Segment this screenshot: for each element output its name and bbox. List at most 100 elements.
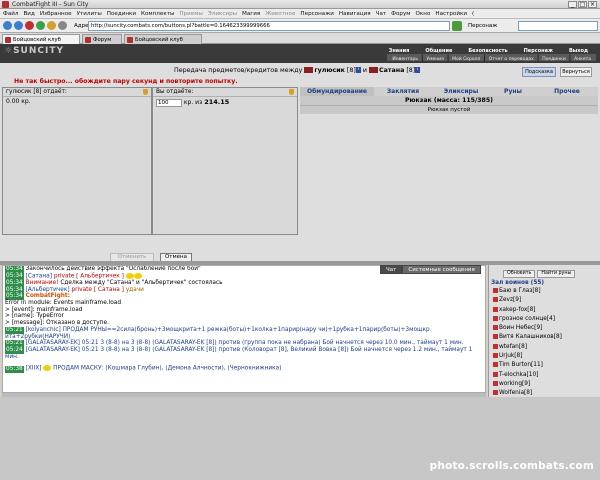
user-list-item[interactable]: Воин Небес[9] — [489, 324, 600, 333]
menu-view[interactable]: Вид — [20, 9, 36, 17]
subnav-inventory[interactable]: Инвентарь — [389, 56, 421, 63]
search-input[interactable] — [518, 21, 598, 31]
msg-text: Сделка между "Сатана" и "Альбертичек" со… — [60, 279, 223, 286]
menu-utilities[interactable]: Утилиты — [74, 9, 104, 17]
msg-private-target[interactable]: private [ Альбертичек ] — [54, 273, 124, 279]
chat-message: > [message]: Отказано в доступе. — [3, 320, 485, 327]
refresh-users-button[interactable]: Обновить — [503, 270, 536, 278]
menu-magic[interactable]: Магия — [239, 9, 262, 17]
clan-icon — [493, 390, 498, 396]
menu-characters[interactable]: Персонажи — [297, 9, 335, 17]
users-room-title: Зал воинов (55) — [491, 280, 545, 286]
user-list-item[interactable]: xakep-fox[8] — [489, 306, 600, 315]
msg-time: 05:21 — [5, 340, 24, 347]
info-icon[interactable]: i — [355, 67, 361, 73]
subnav-skills[interactable]: Умения — [423, 56, 446, 63]
minimize-button[interactable]: _ — [568, 1, 577, 8]
msg-private-target[interactable]: private [ Сатана ] — [71, 287, 123, 293]
subnav-fights[interactable]: Поединки — [539, 56, 569, 63]
hint-button[interactable]: Подсказка — [522, 67, 556, 77]
msg-time: 05:38 — [5, 365, 24, 373]
user-list-item[interactable]: Витя Калашников[8] — [489, 333, 600, 342]
tab-forum[interactable]: Форум — [82, 34, 122, 44]
amount-input[interactable]: 100 — [156, 98, 182, 107]
user-list-item[interactable]: Wolfenia[8] — [489, 389, 600, 397]
chat-message: 05:24 [GALATASARAY-EK] 05:21 3 (8-8) на … — [3, 346, 485, 360]
msg-nick[interactable]: [XIIX] — [26, 366, 42, 372]
msg-nick[interactable]: [GALATASARAY-EK] — [26, 347, 80, 353]
error-message: Не так быстро... обождите пару секунд и … — [14, 78, 238, 85]
app-icon — [2, 1, 9, 8]
msg-text: > [message]: Отказано в доступе. — [5, 320, 109, 327]
tab-system-messages[interactable]: Системные сообщения — [402, 265, 481, 274]
clan-icon — [493, 380, 498, 386]
menu-techniques[interactable]: Приемы — [176, 9, 204, 17]
clan-icon — [493, 334, 498, 340]
user-list-item[interactable]: Tim Burton[11] — [489, 361, 600, 370]
menu-sets[interactable]: Комплекты — [138, 9, 176, 17]
go-button[interactable] — [452, 21, 462, 31]
refresh-icon[interactable] — [36, 21, 45, 30]
tab-runes[interactable]: Руны — [490, 87, 536, 96]
maximize-button[interactable]: □ — [578, 1, 587, 8]
user-list-item[interactable]: T-elochka[10] — [489, 371, 600, 380]
tab-chat[interactable]: Чат — [380, 265, 403, 274]
user-list-item[interactable]: Urjuk[8] — [489, 352, 600, 361]
msg-text: > [name]: TypeError — [5, 313, 64, 320]
back-icon[interactable] — [3, 21, 12, 30]
clan-icon — [493, 297, 498, 303]
menu-favorites[interactable]: Избранное — [37, 9, 74, 17]
chat-message: 05:34 CombatFight: — [3, 293, 485, 301]
info-icon[interactable]: i — [415, 67, 421, 73]
tab-elixirs[interactable]: Эликсиры — [432, 87, 490, 96]
menu-forum[interactable]: Форум — [388, 9, 412, 17]
game-header: ☼SUNCITY Знания Общение Безопасность Персон… — [0, 44, 600, 63]
user-list-item[interactable]: грозное солнце[4] — [489, 315, 600, 324]
stop-icon[interactable] — [25, 21, 34, 30]
menu-chat[interactable]: Чат — [373, 9, 389, 17]
tab-equipment[interactable]: Обмундирование — [300, 87, 374, 96]
window-titlebar: CombatFight III - Sun City _ □ × — [0, 0, 600, 9]
tab-combats-2[interactable]: Бойцовский клуб — [124, 34, 202, 44]
msg-nick[interactable]: [kolyanchic] — [26, 327, 61, 333]
my-offer-box: Вы отдаёте: 100 кр. из 214.15 — [152, 87, 298, 235]
clan-icon — [493, 315, 498, 321]
menu-elixirs[interactable]: Эликсиры — [205, 9, 239, 17]
address-input[interactable]: http://suncity.combats.com/buttons.pl?ba… — [88, 21, 450, 31]
user-list-item[interactable]: wtefan[8] — [489, 343, 600, 352]
return-button[interactable]: Вернуться — [560, 67, 592, 77]
clan-icon — [493, 288, 498, 293]
menu-navigation[interactable]: Навигация — [336, 9, 373, 17]
msg-nick[interactable]: [GALATASARAY-EK] — [26, 340, 80, 346]
menu-settings[interactable]: Настройки — [432, 9, 469, 17]
tab-spells[interactable]: Заклятия — [374, 87, 432, 96]
menu-more[interactable]: ( — [469, 9, 476, 17]
find-runes-button[interactable]: Найти руны — [537, 270, 576, 278]
chat-message: 05:34 [Альбертичек] private [ Сатана ] у… — [3, 286, 485, 294]
tab-other[interactable]: Прочее — [536, 87, 598, 96]
user-list-item[interactable]: Zevz[9] — [489, 296, 600, 305]
tab-combats-1[interactable]: Бойцовский клуб — [2, 34, 80, 44]
amount-total: 214.15 — [204, 98, 230, 106]
subnav-profile[interactable]: Анкета — [571, 56, 594, 63]
subnav-transfer-report[interactable]: Отчет о переводах — [486, 56, 537, 63]
menu-fights[interactable]: Поединки — [104, 9, 138, 17]
forward-icon[interactable] — [14, 21, 23, 30]
menu-animal[interactable]: Животное — [262, 9, 297, 17]
user1-name[interactable]: гулюсик — [314, 67, 345, 74]
menu-file[interactable]: Файл — [0, 9, 20, 17]
user2-name[interactable]: Сатана — [379, 67, 404, 74]
msg-time: 05:24 — [5, 346, 24, 354]
smile-icon — [133, 272, 142, 279]
user-list-item[interactable]: working[9] — [489, 380, 600, 389]
history-icon[interactable] — [58, 21, 67, 30]
user-list-item[interactable]: Баю в Глаз[8] — [489, 287, 600, 296]
home-icon[interactable] — [47, 21, 56, 30]
menu-window[interactable]: Окно — [413, 9, 433, 17]
msg-nick[interactable]: [Альбертичек] — [26, 287, 70, 293]
clan-icon — [304, 67, 314, 73]
close-window-button[interactable]: × — [588, 1, 597, 8]
msg-nick[interactable]: [Сатана] — [26, 273, 52, 279]
chat-log[interactable]: 05:34 Закончилось действие эффекта "Осла… — [2, 265, 486, 393]
subnav-my-scroll[interactable]: Мой Скролл — [449, 56, 483, 63]
